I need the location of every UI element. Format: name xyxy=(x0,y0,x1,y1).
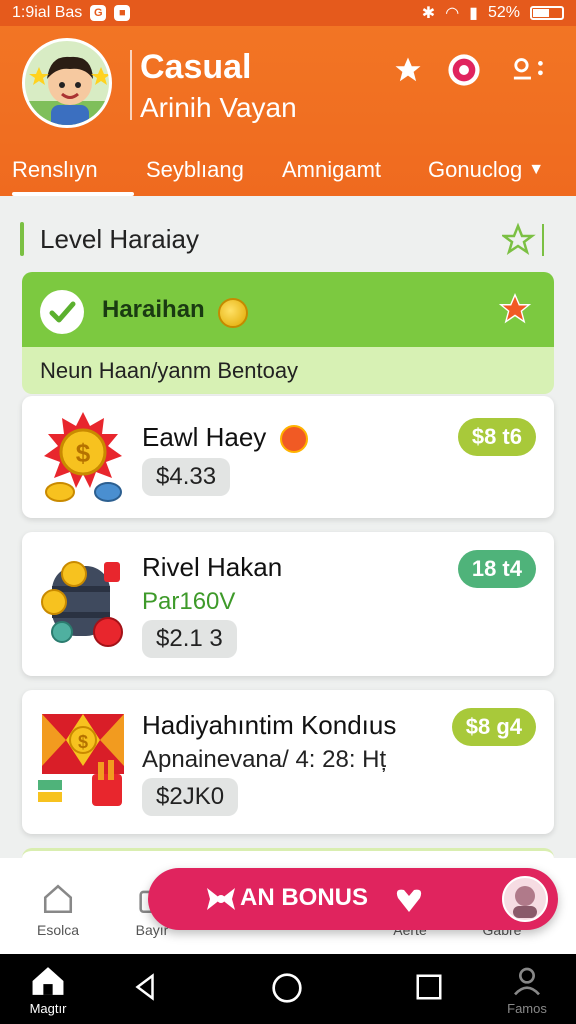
level-card-header: Haraihan xyxy=(22,272,554,347)
gift-icon xyxy=(396,889,422,912)
coin-icon xyxy=(218,298,248,328)
level-card-subtitle: Neun Haan/yanm Bentoay xyxy=(22,347,554,394)
status-time: 1:9ial Bas xyxy=(12,4,83,21)
price-pill: $4.33 xyxy=(142,458,231,496)
bonus-avatar[interactable] xyxy=(502,876,548,922)
section-title: Level Haraiay xyxy=(40,224,199,254)
reward-badge[interactable]: 18 t4 xyxy=(457,550,536,588)
bonus-label: AN BONUS xyxy=(240,884,369,911)
battery-percent: 52% xyxy=(487,4,520,21)
section-star-button[interactable] xyxy=(500,222,546,263)
menu-button[interactable] xyxy=(512,52,548,88)
tab-bar: Renslıyn Seyblıang Amnigamt Gonuclog ▼ xyxy=(0,144,576,196)
treasure-box-icon: $ xyxy=(38,710,128,806)
system-overview-button[interactable] xyxy=(394,972,464,1005)
app-subtitle: Arinih Vayan xyxy=(140,92,297,123)
system-profile-button[interactable]: Famos xyxy=(492,964,562,1016)
header-divider xyxy=(130,50,132,120)
level-name: Haraihan xyxy=(102,296,205,323)
section-accent-bar xyxy=(20,222,24,256)
system-home-label: Magtır xyxy=(29,1001,67,1016)
bonus-button[interactable]: AN BONUS xyxy=(148,868,558,930)
system-profile-label: Famos xyxy=(507,1001,547,1016)
tab-gonuclog[interactable]: Gonuclog ▼ xyxy=(416,144,576,196)
rewards-button[interactable] xyxy=(446,52,482,88)
tab-seyblıang[interactable]: Seyblıang xyxy=(134,144,270,196)
fire-badge-icon xyxy=(279,425,308,454)
section-header: Level Haraiay xyxy=(20,220,556,260)
system-nav-bar: Magtır Famos xyxy=(0,954,576,1024)
nav-item-home[interactable]: Esolca xyxy=(18,882,98,938)
level-star-button[interactable] xyxy=(498,292,532,331)
price-pill: $2JK0 xyxy=(142,778,239,816)
bluetooth-icon: ✱ xyxy=(421,5,436,22)
reward-title-text: Eawl Haey xyxy=(142,422,267,452)
battery-icon xyxy=(530,6,564,20)
coin-barrel-icon xyxy=(38,556,128,652)
message-icon: ■ xyxy=(114,5,131,21)
house-icon xyxy=(32,967,64,995)
user-menu-icon xyxy=(513,58,543,80)
bow-icon xyxy=(207,888,235,910)
back-triangle-icon xyxy=(135,973,154,1001)
reward-card[interactable]: Rivel Hakan Par160V $2.1 3 18 t4 xyxy=(22,532,554,676)
star-outline-icon xyxy=(500,222,544,256)
svg-text:$: $ xyxy=(78,732,88,752)
app-title: Casual xyxy=(140,48,252,86)
character-icon xyxy=(513,886,537,918)
app-header: Casual Arinih Vayan Renslıyn Seyblıang A… xyxy=(0,26,576,196)
reward-subtitle: Par160V xyxy=(142,588,236,615)
reward-subtitle: Apnainevana/ 4: 28: Hț xyxy=(142,746,387,773)
reward-title: Eawl Haey xyxy=(142,422,308,454)
chevron-down-icon: ▼ xyxy=(528,161,545,178)
person-icon xyxy=(514,967,540,996)
price-pill: $2.1 3 xyxy=(142,620,237,658)
star-icon xyxy=(395,57,421,82)
level-card[interactable]: Haraihan Neun Haan/yanm Bentoay xyxy=(22,272,554,394)
star-icon xyxy=(498,293,532,324)
avatar[interactable] xyxy=(22,38,112,128)
coin-burst-icon: $ xyxy=(38,410,128,506)
circle-home-icon xyxy=(272,973,302,1003)
wifi-icon: ◠ xyxy=(445,5,460,22)
reward-title: Rivel Hakan xyxy=(142,552,283,582)
signal-icon: ▮ xyxy=(469,5,478,22)
nav-label: Esolca xyxy=(36,922,80,938)
reward-card[interactable]: $ Eawl Haey $4.33 $8 t6 xyxy=(22,396,554,518)
tab-gonuclog-label: Gonuclog xyxy=(428,157,523,182)
square-icon xyxy=(416,974,442,1000)
system-home-button[interactable]: Magtır xyxy=(13,964,83,1016)
checkmark-icon xyxy=(40,290,84,334)
notification-app-icon: G xyxy=(90,5,107,21)
avatar-boy-icon xyxy=(25,41,109,125)
system-recents-circle-button[interactable] xyxy=(252,972,322,1007)
reward-title: Hadiyahıntim Kondıus xyxy=(142,710,397,740)
status-bar: 1:9ial Bas G ■ ✱ ◠ ▮ 52% xyxy=(0,0,576,26)
favorites-button[interactable] xyxy=(390,52,426,88)
tab-renslıyn[interactable]: Renslıyn xyxy=(0,144,134,196)
system-back-button[interactable] xyxy=(110,972,180,1005)
reward-card[interactable]: $ Hadiyahıntim Kondıus Apnainevana/ 4: 2… xyxy=(22,690,554,834)
tab-amnigamt[interactable]: Amnigamt xyxy=(270,144,416,196)
badge-icon xyxy=(448,54,480,86)
home-icon xyxy=(43,884,73,914)
reward-badge[interactable]: $8 t6 xyxy=(457,418,536,456)
reward-badge[interactable]: $8 g4 xyxy=(451,708,536,746)
svg-text:$: $ xyxy=(76,438,91,468)
